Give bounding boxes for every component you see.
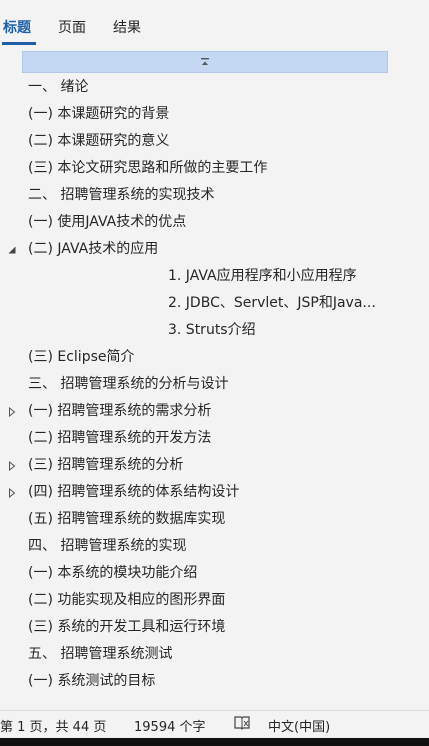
heading-item[interactable]: (一) 本课题研究的背景 [0,101,429,128]
heading-item-label: (二) JAVA技术的应用 [28,241,159,257]
tab-headings[interactable]: 标题 [3,17,31,37]
language-indicator[interactable]: 中文(中国) [268,716,330,735]
heading-item-label: (一) 系统测试的目标 [28,673,156,689]
status-bar: 第 1 页，共 44 页 19594 个字 中文(中国) [0,710,429,738]
heading-item-label: (一) 招聘管理系统的需求分析 [28,403,212,419]
tab-results[interactable]: 结果 [113,17,141,37]
proofing-icon[interactable] [233,715,251,735]
heading-item-label: (二) 招聘管理系统的开发方法 [28,430,212,446]
heading-item-label: (一) 本课题研究的背景 [28,106,170,122]
heading-item[interactable]: (三) 本论文研究思路和所做的主要工作 [0,155,429,182]
active-tab-indicator [2,42,36,45]
word-count[interactable]: 19594 个字 [134,716,206,735]
heading-item-label: 三、 招聘管理系统的分析与设计 [28,376,229,392]
expanded-triangle-icon[interactable] [7,245,17,255]
heading-item[interactable]: 1. JAVA应用程序和小应用程序 [0,263,429,290]
heading-item[interactable]: 二、 招聘管理系统的实现技术 [0,182,429,209]
taskbar-edge [0,738,429,746]
tab-pages[interactable]: 页面 [58,17,86,37]
heading-item[interactable]: (一) 使用JAVA技术的优点 [0,209,429,236]
heading-item-label: (二) 本课题研究的意义 [28,133,170,149]
heading-item[interactable]: (二) 本课题研究的意义 [0,128,429,155]
heading-item[interactable]: 一、 绪论 [0,74,429,101]
heading-item-label: 四、 招聘管理系统的实现 [28,538,187,554]
collapse-up-icon [201,58,209,65]
heading-item[interactable]: (三) Eclipse简介 [0,344,429,371]
heading-item[interactable]: 五、 招聘管理系统测试 [0,641,429,668]
heading-item-label: (四) 招聘管理系统的体系结构设计 [28,484,240,500]
heading-item[interactable]: (一) 本系统的模块功能介绍 [0,560,429,587]
heading-item-label: 3. Struts介绍 [168,322,256,338]
heading-item[interactable]: (二) 招聘管理系统的开发方法 [0,425,429,452]
heading-item[interactable]: (四) 招聘管理系统的体系结构设计 [0,479,429,506]
collapsed-triangle-icon[interactable] [7,407,17,417]
heading-item-label: (三) 系统的开发工具和运行环境 [28,619,226,635]
heading-item[interactable]: (二) 功能实现及相应的图形界面 [0,587,429,614]
collapsed-triangle-icon[interactable] [7,461,17,471]
heading-item-label: (一) 本系统的模块功能介绍 [28,565,198,581]
heading-item[interactable]: (三) 系统的开发工具和运行环境 [0,614,429,641]
heading-item-label: 2. JDBC、Servlet、JSP和Java... [168,295,376,311]
heading-item[interactable]: (一) 招聘管理系统的需求分析 [0,398,429,425]
heading-item[interactable]: 2. JDBC、Servlet、JSP和Java... [0,290,429,317]
heading-item-label: 五、 招聘管理系统测试 [28,646,173,662]
heading-item[interactable]: 3. Struts介绍 [0,317,429,344]
navigation-tabs: 标题 页面 结果 [0,0,429,48]
page-count[interactable]: 第 1 页，共 44 页 [0,716,106,735]
heading-item-label: 1. JAVA应用程序和小应用程序 [168,268,357,284]
heading-item-label: (一) 使用JAVA技术的优点 [28,214,187,230]
heading-item[interactable]: 四、 招聘管理系统的实现 [0,533,429,560]
heading-item-label: (三) Eclipse简介 [28,349,135,365]
heading-item-label: (三) 本论文研究思路和所做的主要工作 [28,160,268,176]
heading-item[interactable]: (三) 招聘管理系统的分析 [0,452,429,479]
collapsed-triangle-icon[interactable] [7,488,17,498]
heading-item[interactable]: 三、 招聘管理系统的分析与设计 [0,371,429,398]
heading-item[interactable]: (二) JAVA技术的应用 [0,236,429,263]
heading-item-label: 一、 绪论 [28,79,89,95]
heading-item-label: (二) 功能实现及相应的图形界面 [28,592,226,608]
heading-item-label: 二、 招聘管理系统的实现技术 [28,187,215,203]
collapse-all-button[interactable] [22,51,388,73]
heading-item[interactable]: (一) 系统测试的目标 [0,668,429,695]
heading-item-label: (五) 招聘管理系统的数据库实现 [28,511,226,527]
heading-item-label: (三) 招聘管理系统的分析 [28,457,184,473]
heading-item[interactable]: (五) 招聘管理系统的数据库实现 [0,506,429,533]
